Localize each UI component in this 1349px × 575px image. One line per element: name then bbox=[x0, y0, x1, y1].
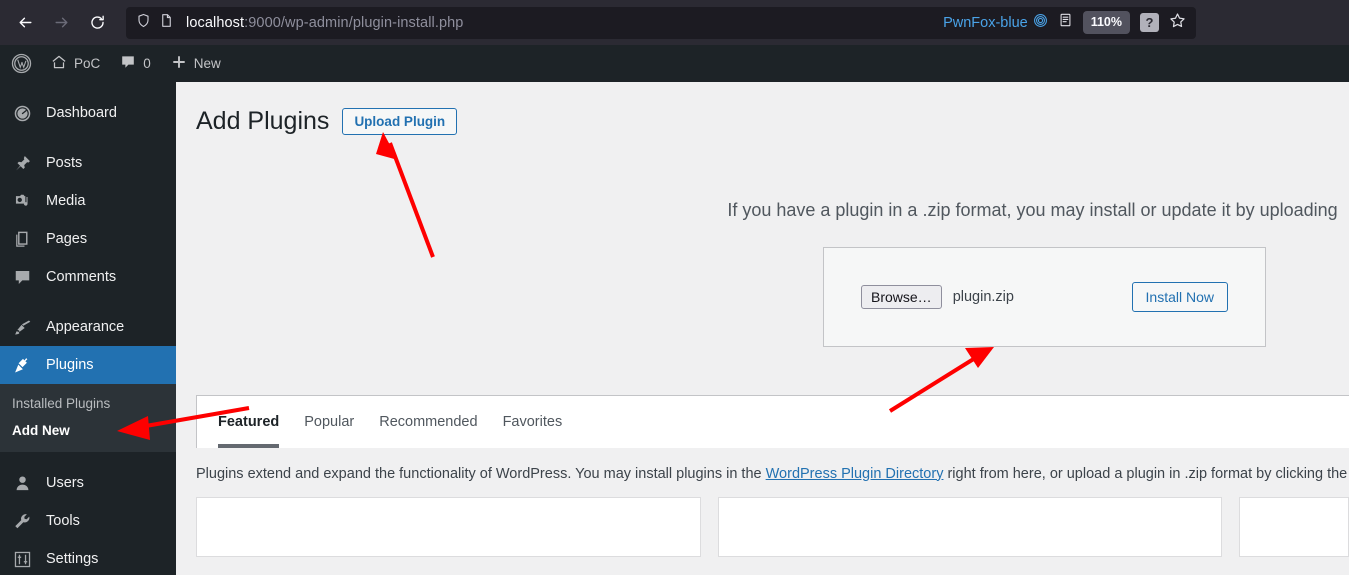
browser-toolbar: localhost:9000/wp-admin/plugin-install.p… bbox=[0, 0, 1349, 45]
tab-favorites[interactable]: Favorites bbox=[503, 395, 563, 448]
adminbar-new-label: New bbox=[193, 56, 221, 71]
sidebar-item-tools[interactable]: Tools bbox=[0, 502, 176, 540]
tab-popular[interactable]: Popular bbox=[304, 395, 354, 448]
page-header: Add Plugins Upload Plugin bbox=[196, 92, 1349, 138]
dashboard-icon bbox=[12, 104, 33, 123]
plugin-card-row bbox=[196, 496, 1349, 557]
plug-icon bbox=[12, 356, 33, 375]
sidebar-add-new[interactable]: Add New bbox=[0, 417, 176, 444]
address-bar-actions: PwnFox-blue 110% ? bbox=[943, 11, 1188, 34]
user-icon bbox=[12, 474, 33, 493]
file-upload-row: Browse… plugin.zip bbox=[861, 284, 1132, 309]
selected-file-name: plugin.zip bbox=[952, 288, 1014, 305]
tab-featured[interactable]: Featured bbox=[218, 395, 280, 448]
pwnfox-extension-button[interactable]: PwnFox-blue bbox=[943, 13, 1048, 32]
upload-plugin-panel: If you have a plugin in a .zip format, y… bbox=[196, 200, 1349, 347]
sidebar-installed-plugins[interactable]: Installed Plugins bbox=[0, 390, 176, 417]
install-now-button[interactable]: Install Now bbox=[1131, 281, 1228, 312]
page-icon[interactable] bbox=[159, 13, 174, 33]
home-icon bbox=[51, 54, 67, 73]
wordpress-logo-icon[interactable] bbox=[0, 45, 41, 82]
url-host: localhost bbox=[186, 14, 245, 31]
main-content: Add Plugins Upload Plugin If you have a … bbox=[176, 82, 1349, 575]
page-title: Add Plugins bbox=[196, 107, 330, 135]
adminbar-comment-count: 0 bbox=[143, 56, 151, 71]
pages-icon bbox=[12, 230, 33, 249]
wrench-icon bbox=[12, 512, 33, 531]
wordpress-plugin-directory-link[interactable]: WordPress Plugin Directory bbox=[766, 466, 944, 482]
help-icon[interactable]: ? bbox=[1140, 13, 1159, 32]
tab-recommended[interactable]: Recommended bbox=[379, 395, 477, 448]
sidebar-label: Dashboard bbox=[46, 105, 117, 121]
url-path: :9000/wp-admin/plugin-install.php bbox=[244, 14, 464, 31]
shield-icon[interactable] bbox=[136, 13, 151, 33]
sidebar-item-media[interactable]: Media bbox=[0, 182, 176, 220]
reader-mode-icon[interactable] bbox=[1058, 12, 1073, 33]
main-inner: Add Plugins Upload Plugin If you have a … bbox=[176, 82, 1349, 557]
sidebar-item-settings[interactable]: Settings bbox=[0, 540, 176, 575]
brush-icon bbox=[12, 318, 33, 337]
desc-after: right from here, or upload a plugin in .… bbox=[943, 465, 1349, 482]
adminbar-item-new[interactable]: New bbox=[161, 45, 231, 82]
admin-body: Dashboard Posts Media Pages Comments App… bbox=[0, 82, 1349, 575]
reload-button[interactable] bbox=[80, 6, 114, 40]
sidebar-label: Pages bbox=[46, 231, 88, 247]
adminbar-item-comments[interactable]: 0 bbox=[110, 45, 161, 82]
navigation-buttons bbox=[8, 6, 114, 40]
upload-dropbox: Browse… plugin.zip Install Now bbox=[823, 246, 1266, 347]
plugin-card[interactable] bbox=[717, 496, 1222, 557]
plugins-description: Plugins extend and expand the functional… bbox=[196, 466, 1349, 482]
admin-sidebar: Dashboard Posts Media Pages Comments App… bbox=[0, 82, 176, 575]
sliders-icon bbox=[12, 550, 33, 569]
sidebar-label: Appearance bbox=[46, 319, 125, 335]
desc-before: Plugins extend and expand the functional… bbox=[196, 465, 766, 482]
sidebar-item-users[interactable]: Users bbox=[0, 464, 176, 502]
comment-icon bbox=[120, 54, 136, 73]
adminbar-item-site[interactable]: PoC bbox=[41, 45, 110, 82]
sidebar-label: Posts bbox=[46, 155, 83, 171]
back-button[interactable] bbox=[8, 6, 42, 40]
sidebar-label: Users bbox=[46, 475, 84, 491]
sidebar-label: Media bbox=[46, 193, 86, 209]
media-icon bbox=[12, 192, 33, 211]
sidebar-label: Comments bbox=[46, 269, 117, 285]
spiral-icon bbox=[1033, 13, 1048, 32]
sidebar-item-plugins[interactable]: Plugins bbox=[0, 346, 176, 384]
star-icon[interactable] bbox=[1169, 12, 1186, 34]
forward-button[interactable] bbox=[44, 6, 78, 40]
plus-icon bbox=[171, 54, 187, 73]
plugin-tabs: Featured Popular Recommended Favorites bbox=[196, 394, 1349, 448]
address-bar[interactable]: localhost:9000/wp-admin/plugin-install.p… bbox=[126, 6, 1196, 39]
browse-button[interactable]: Browse… bbox=[861, 284, 942, 309]
wp-admin-bar: PoC 0 New bbox=[0, 45, 1349, 82]
sidebar-item-appearance[interactable]: Appearance bbox=[0, 308, 176, 346]
adminbar-site-label: PoC bbox=[74, 56, 101, 71]
pin-icon bbox=[12, 154, 33, 173]
upload-hint-text: If you have a plugin in a .zip format, y… bbox=[727, 199, 1338, 220]
plugin-card[interactable] bbox=[196, 496, 701, 557]
sidebar-gap-2 bbox=[0, 296, 176, 308]
sidebar-item-comments[interactable]: Comments bbox=[0, 258, 176, 296]
sidebar-item-dashboard[interactable]: Dashboard bbox=[0, 94, 176, 132]
sidebar-gap-3 bbox=[0, 452, 176, 464]
upload-plugin-button[interactable]: Upload Plugin bbox=[342, 107, 458, 135]
sidebar-top-gap bbox=[0, 82, 176, 94]
sidebar-item-posts[interactable]: Posts bbox=[0, 144, 176, 182]
plugin-card[interactable] bbox=[1239, 496, 1349, 557]
sidebar-submenu-plugins: Installed Plugins Add New bbox=[0, 384, 176, 452]
pwnfox-label: PwnFox-blue bbox=[943, 14, 1028, 31]
zoom-level-badge[interactable]: 110% bbox=[1082, 11, 1130, 34]
sidebar-label: Tools bbox=[46, 513, 80, 529]
address-bar-icons bbox=[134, 13, 180, 33]
url-text: localhost:9000/wp-admin/plugin-install.p… bbox=[186, 15, 463, 31]
sidebar-label: Plugins bbox=[46, 357, 94, 373]
comment-icon bbox=[12, 268, 33, 287]
sidebar-label: Settings bbox=[46, 551, 99, 567]
sidebar-gap-1 bbox=[0, 132, 176, 144]
sidebar-item-pages[interactable]: Pages bbox=[0, 220, 176, 258]
